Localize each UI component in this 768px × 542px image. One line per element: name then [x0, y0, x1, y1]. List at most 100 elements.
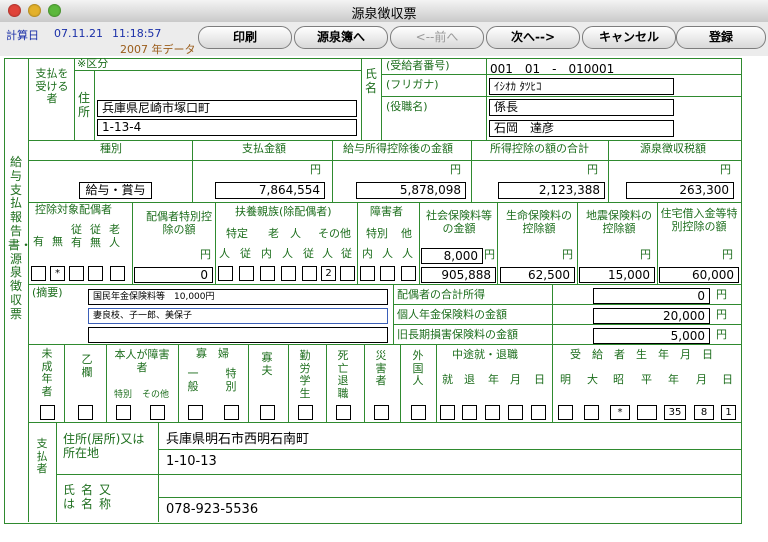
- ledger-button[interactable]: 源泉簿へ: [294, 26, 388, 49]
- era-taisho-checkbox[interactable]: [584, 405, 599, 420]
- widow-special-checkbox[interactable]: [224, 405, 239, 420]
- recipient-no: 001 01 - 010001: [490, 62, 615, 76]
- dep-other-field[interactable]: 2: [321, 266, 336, 281]
- birth-year-field[interactable]: 35: [664, 405, 686, 420]
- pay-header: 支払金額: [242, 142, 286, 155]
- position-field[interactable]: 係長: [489, 99, 674, 116]
- payer-label: 支払者: [36, 437, 48, 476]
- earthquake-insurance-header: 地震保険料の控除額: [586, 209, 652, 235]
- print-button[interactable]: 印刷: [198, 26, 292, 49]
- calc-date-label: 計算日: [6, 29, 39, 42]
- register-button[interactable]: 登録: [676, 26, 766, 49]
- dep-elderly-sub-checkbox[interactable]: [302, 266, 317, 281]
- otsu-checkbox[interactable]: [78, 405, 93, 420]
- address-line1-field[interactable]: 兵庫県尼崎市塚口町: [97, 100, 357, 117]
- dep-elderly-inner-checkbox[interactable]: [260, 266, 275, 281]
- tax-amount-field[interactable]: 263,300: [626, 182, 734, 199]
- foreigner-checkbox[interactable]: [411, 405, 426, 420]
- era-heisei-checkbox[interactable]: [637, 405, 657, 420]
- spouse-special-field[interactable]: 0: [134, 267, 213, 283]
- disaster-checkbox[interactable]: [374, 405, 389, 420]
- self-disabled-label: 本人が障害者: [114, 348, 170, 374]
- minor-checkbox[interactable]: [40, 405, 55, 420]
- furigana-field[interactable]: ｲｼｵｶ ﾀﾂﾋｺ: [489, 78, 674, 95]
- remarks-field1[interactable]: 国民年金保険料等 10,000円: [88, 289, 388, 305]
- social-insurance-field2[interactable]: 905,888: [421, 267, 496, 283]
- furigana-label: (フリガナ): [386, 78, 439, 91]
- payer-address1-field[interactable]: 兵庫県明石市西明石南町: [166, 428, 309, 447]
- calc-time: 11:18:57: [112, 27, 162, 40]
- death-retirement-checkbox[interactable]: [336, 405, 351, 420]
- birth-day-field[interactable]: 1: [721, 405, 736, 420]
- prev-button[interactable]: <--前へ: [390, 26, 484, 49]
- spouse-income-field[interactable]: 0: [593, 288, 710, 304]
- cancel-button[interactable]: キャンセル: [582, 26, 676, 49]
- payer-name-label: 氏名又は名称: [63, 483, 118, 511]
- widow-label: 寡 婦: [196, 347, 229, 360]
- type-field[interactable]: 給与・賞与: [79, 182, 152, 199]
- life-insurance-field[interactable]: 62,500: [500, 267, 575, 283]
- era-meiji-checkbox[interactable]: [558, 405, 573, 420]
- deduction-total-field[interactable]: 2,123,388: [498, 182, 605, 199]
- name-label: 氏名: [364, 67, 377, 95]
- payer-phone-field[interactable]: 078-923-5536: [166, 502, 258, 517]
- disabled-special-checkbox[interactable]: [380, 266, 395, 281]
- address-line2-field[interactable]: 1-13-4: [97, 119, 357, 136]
- midway-day-field[interactable]: [531, 405, 546, 420]
- spouse-dep-no-checkbox[interactable]: [88, 266, 103, 281]
- after-deduction-field[interactable]: 5,878,098: [356, 182, 466, 199]
- payee-label: 支払を受ける者: [35, 67, 69, 106]
- spouse-no-checkbox[interactable]: *: [50, 266, 65, 281]
- midway-month-field[interactable]: [508, 405, 523, 420]
- housing-loan-field[interactable]: 60,000: [659, 267, 739, 283]
- birth-month-field[interactable]: 8: [694, 405, 714, 420]
- position-label: (役職名): [386, 100, 428, 113]
- self-disabled-special-checkbox[interactable]: [116, 405, 131, 420]
- midway-year-field[interactable]: [485, 405, 500, 420]
- disabled-special-inner-checkbox[interactable]: [360, 266, 375, 281]
- disabled-header: 障害者: [370, 205, 403, 218]
- spouse-yes-checkbox[interactable]: [31, 266, 46, 281]
- widow-general-checkbox[interactable]: [188, 405, 203, 420]
- social-insurance-field1[interactable]: 8,000: [421, 248, 483, 264]
- foreigner-label: 外国人: [412, 349, 424, 388]
- payer-address2-field[interactable]: 1-10-13: [166, 454, 217, 469]
- name-field[interactable]: 石岡 達彦: [489, 120, 674, 137]
- deduction-total-header: 所得控除の額の合計: [490, 142, 589, 155]
- pension-label: 個人年金保険料の金額: [397, 308, 507, 321]
- minor-label: 未成年者: [41, 347, 53, 398]
- disabled-other-checkbox[interactable]: [401, 266, 416, 281]
- self-disabled-other-checkbox[interactable]: [150, 405, 165, 420]
- next-button[interactable]: 次へ-->: [486, 26, 580, 49]
- spouse-income-label: 配偶者の合計所得: [397, 288, 485, 301]
- widower-checkbox[interactable]: [260, 405, 275, 420]
- disaster-label: 災害者: [375, 349, 387, 388]
- payer-address-label: 住所(居所)又は所在地: [63, 432, 145, 460]
- death-retirement-label: 死亡退職: [337, 349, 349, 400]
- working-student-checkbox[interactable]: [298, 405, 313, 420]
- era-showa-checkbox[interactable]: *: [610, 405, 630, 420]
- longterm-insurance-label: 旧長期損害保険料の金額: [397, 328, 518, 341]
- pay-amount-field[interactable]: 7,864,554: [215, 182, 325, 199]
- spouse-elderly-checkbox[interactable]: [110, 266, 125, 281]
- type-header: 種別: [100, 142, 122, 155]
- remarks-field2[interactable]: 妻良枝、子一郎、美保子: [88, 308, 388, 324]
- life-insurance-header: 生命保険料の控除額: [506, 209, 572, 235]
- spouse-special-header: 配偶者特別控除の額: [146, 210, 212, 236]
- spouse-header: 控除対象配偶者: [35, 203, 112, 216]
- spouse-dep-yes-checkbox[interactable]: [69, 266, 84, 281]
- longterm-insurance-field[interactable]: 5,000: [593, 328, 710, 344]
- dep-elderly-checkbox[interactable]: [281, 266, 296, 281]
- dep-specific-sub-checkbox[interactable]: [239, 266, 254, 281]
- dep-other-sub-checkbox[interactable]: [340, 266, 355, 281]
- earthquake-insurance-field[interactable]: 15,000: [579, 267, 655, 283]
- dependents-header: 扶養親族(除配偶者): [235, 205, 332, 218]
- tax-header: 源泉徴収税額: [640, 142, 706, 155]
- midway-retire-checkbox[interactable]: [462, 405, 477, 420]
- midway-hire-checkbox[interactable]: [440, 405, 455, 420]
- withholding-slip-form: 給与支払報告書・源泉徴収票 支払を受ける者 ※区分 住所 兵庫県尼崎市塚口町 1…: [0, 56, 768, 542]
- housing-loan-header: 住宅借入金等特別控除の額: [660, 207, 738, 233]
- dep-specific-checkbox[interactable]: [218, 266, 233, 281]
- remarks-field3[interactable]: [88, 327, 388, 343]
- pension-field[interactable]: 20,000: [593, 308, 710, 324]
